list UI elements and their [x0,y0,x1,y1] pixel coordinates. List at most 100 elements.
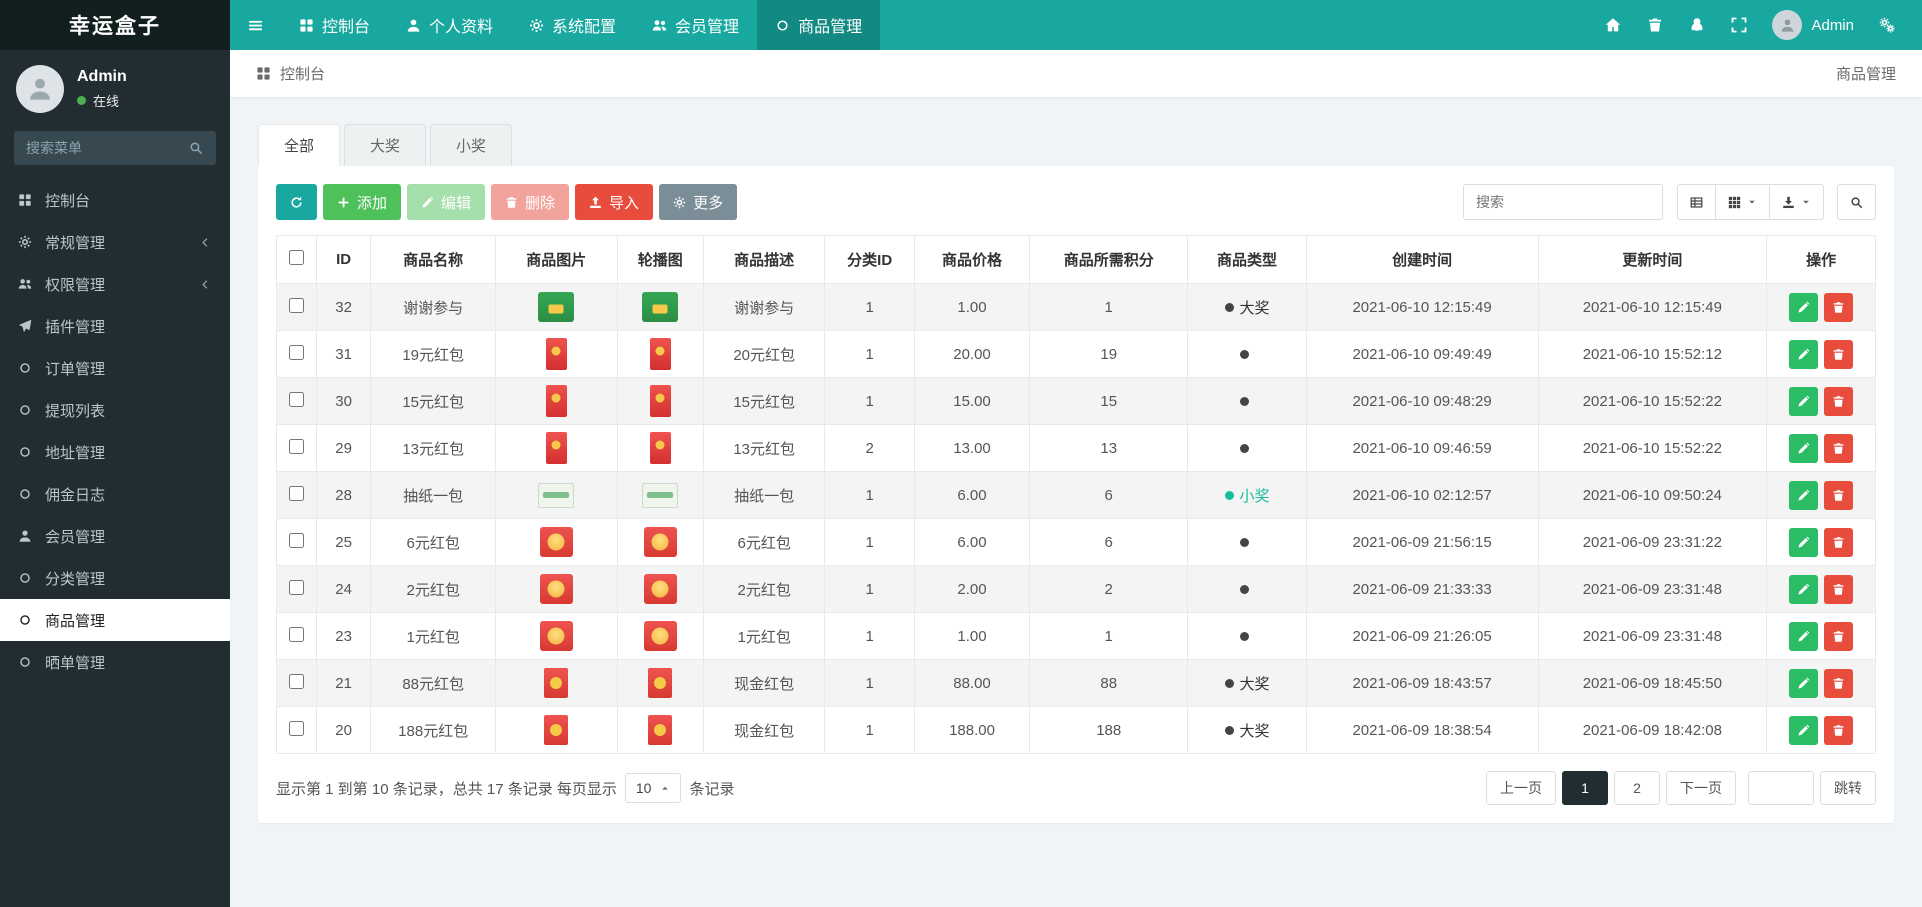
topnav-trash-button[interactable] [1634,0,1676,50]
row-delete-button[interactable] [1824,433,1854,463]
sidebar-item-4[interactable]: 订单管理 [0,347,230,389]
add-button[interactable]: 添加 [323,184,402,220]
carousel-image[interactable] [649,338,671,370]
next-page-button[interactable]: 下一页 [1666,771,1736,805]
tab-0[interactable]: 全部 [258,124,341,166]
row-checkbox[interactable] [288,391,304,407]
page-size-select[interactable]: 10 [624,773,682,803]
sidebar-item-2[interactable]: 权限管理 [0,263,230,305]
row-edit-button[interactable] [1789,621,1819,651]
product-image[interactable] [545,432,567,464]
row-checkbox[interactable] [288,579,304,595]
sidebar-item-10[interactable]: 商品管理 [0,599,230,641]
sidebar-item-0[interactable]: 控制台 [0,179,230,221]
product-image[interactable] [544,715,569,745]
advanced-search-button[interactable] [1837,184,1876,220]
row-edit-button[interactable] [1789,715,1819,745]
product-image[interactable] [538,482,575,508]
row-delete-button[interactable] [1824,386,1854,416]
columns-button[interactable] [1715,184,1770,220]
row-checkbox[interactable] [288,438,304,454]
topnav-service-button[interactable] [1676,0,1718,50]
more-button[interactable]: 更多 [659,184,738,220]
row-delete-button[interactable] [1824,339,1854,369]
menu-search-button[interactable] [176,131,216,165]
row-delete-button[interactable] [1824,621,1854,651]
product-image[interactable] [539,621,573,651]
topnav-expand-button[interactable] [1718,0,1760,50]
page-button-2[interactable]: 2 [1614,771,1660,805]
prev-page-button[interactable]: 上一页 [1486,771,1556,805]
product-image[interactable] [539,527,573,557]
topnav-item-2[interactable]: 系统配置 [511,0,634,50]
carousel-image[interactable] [648,668,673,698]
row-edit-button[interactable] [1789,386,1819,416]
row-edit-button[interactable] [1789,292,1819,322]
carousel-image[interactable] [642,482,679,508]
sidebar-item-11[interactable]: 晒单管理 [0,641,230,683]
row-checkbox[interactable] [288,720,304,736]
table-search-input[interactable] [1463,184,1663,220]
row-delete-button[interactable] [1824,574,1854,604]
menu-search-input[interactable] [14,131,176,165]
row-delete-button[interactable] [1824,715,1854,745]
delete-button[interactable]: 删除 [491,184,570,220]
sidebar-item-8[interactable]: 会员管理 [0,515,230,557]
product-image[interactable] [544,668,569,698]
tab-2[interactable]: 小奖 [430,124,513,166]
product-image[interactable] [538,292,575,322]
refresh-button[interactable] [276,184,317,220]
sidebar-item-5[interactable]: 提现列表 [0,389,230,431]
sidebar-item-9[interactable]: 分类管理 [0,557,230,599]
sidebar-toggle-button[interactable] [230,0,281,50]
row-checkbox[interactable] [288,485,304,501]
jump-button[interactable]: 跳转 [1820,771,1876,805]
row-checkbox[interactable] [288,297,304,313]
sidebar-item-3[interactable]: 插件管理 [0,305,230,347]
row-edit-button[interactable] [1789,668,1819,698]
product-image[interactable] [545,385,567,417]
import-button[interactable]: 导入 [575,184,654,220]
toggle-view-button[interactable] [1677,184,1716,220]
carousel-image[interactable] [643,621,677,651]
row-edit-button[interactable] [1789,480,1819,510]
row-delete-button[interactable] [1824,292,1854,322]
edit-button[interactable]: 编辑 [407,184,486,220]
jump-page-input[interactable] [1748,771,1814,805]
carousel-image[interactable] [642,292,679,322]
sidebar-item-1[interactable]: 常规管理 [0,221,230,263]
row-edit-button[interactable] [1789,339,1819,369]
row-edit-button[interactable] [1789,433,1819,463]
product-image[interactable] [545,338,567,370]
carousel-image[interactable] [643,527,677,557]
settings-icon[interactable] [1866,0,1908,50]
row-checkbox[interactable] [288,626,304,642]
topnav-home-button[interactable] [1592,0,1634,50]
row-checkbox[interactable] [288,673,304,689]
sidebar-item-7[interactable]: 佣金日志 [0,473,230,515]
tab-1[interactable]: 大奖 [344,124,427,166]
export-button[interactable] [1769,184,1824,220]
row-delete-button[interactable] [1824,668,1854,698]
row-edit-button[interactable] [1789,527,1819,557]
topnav-item-3[interactable]: 会员管理 [634,0,757,50]
carousel-image[interactable] [648,715,673,745]
topnav-item-0[interactable]: 控制台 [281,0,388,50]
topnav-item-4[interactable]: 商品管理 [757,0,881,50]
row-edit-button[interactable] [1789,574,1819,604]
app-logo[interactable]: 幸运盒子 [0,0,230,50]
carousel-image[interactable] [649,432,671,464]
carousel-image[interactable] [643,574,677,604]
row-checkbox[interactable] [288,532,304,548]
select-all-checkbox[interactable] [288,250,304,265]
breadcrumb-home[interactable]: 控制台 [256,63,325,84]
page-button-1[interactable]: 1 [1562,771,1608,805]
row-delete-button[interactable] [1824,480,1854,510]
product-image[interactable] [539,574,573,604]
row-delete-button[interactable] [1824,527,1854,557]
row-checkbox[interactable] [288,344,304,360]
admin-menu[interactable]: Admin [1760,10,1866,40]
sidebar-item-6[interactable]: 地址管理 [0,431,230,473]
topnav-item-1[interactable]: 个人资料 [388,0,511,50]
carousel-image[interactable] [649,385,671,417]
